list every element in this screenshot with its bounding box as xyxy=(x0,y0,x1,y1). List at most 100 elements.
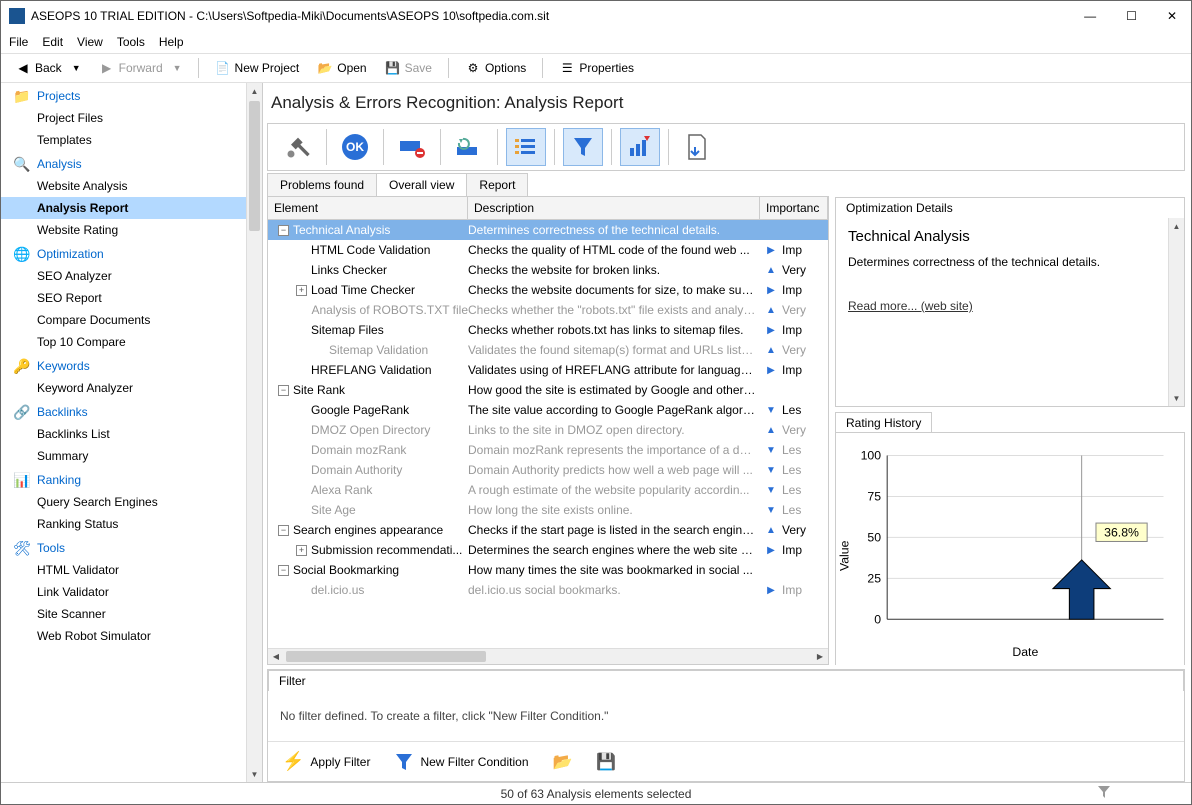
grid-row[interactable]: +Load Time CheckerChecks the website doc… xyxy=(268,280,828,300)
settings-tool-button[interactable] xyxy=(278,128,318,166)
open-filter-button[interactable]: 📂 xyxy=(547,749,579,775)
grid-row[interactable]: Analysis of ROBOTS.TXT fileChecks whethe… xyxy=(268,300,828,320)
expand-icon[interactable]: + xyxy=(296,285,307,296)
sidebar-item-backlinks-list[interactable]: Backlinks List xyxy=(1,423,262,445)
filter-tab[interactable]: Filter xyxy=(268,670,1184,691)
save-filter-button[interactable]: 💾 xyxy=(590,749,622,775)
scroll-down-icon[interactable]: ▼ xyxy=(1169,390,1184,406)
grid-hscrollbar[interactable]: ◀ ▶ xyxy=(268,648,828,664)
grid-row[interactable]: Google PageRankThe site value according … xyxy=(268,400,828,420)
sidebar-item-compare-documents[interactable]: Compare Documents xyxy=(1,309,262,331)
menu-file[interactable]: File xyxy=(9,35,28,49)
sidebar-group-tools[interactable]: 🛠Tools xyxy=(1,535,262,559)
grid-row[interactable]: +Submission recommendati...Determines th… xyxy=(268,540,828,560)
sidebar-item-link-validator[interactable]: Link Validator xyxy=(1,581,262,603)
sidebar-item-top-10-compare[interactable]: Top 10 Compare xyxy=(1,331,262,353)
sidebar-item-seo-analyzer[interactable]: SEO Analyzer xyxy=(1,265,262,287)
grid-row[interactable]: Sitemap ValidationValidates the found si… xyxy=(268,340,828,360)
sidebar-item-html-validator[interactable]: HTML Validator xyxy=(1,559,262,581)
grid-row[interactable]: −Search engines appearanceChecks if the … xyxy=(268,520,828,540)
sidebar-item-keyword-analyzer[interactable]: Keyword Analyzer xyxy=(1,377,262,399)
sidebar-item-website-analysis[interactable]: Website Analysis xyxy=(1,175,262,197)
menu-help[interactable]: Help xyxy=(159,35,184,49)
grid-row[interactable]: Links CheckerChecks the website for brok… xyxy=(268,260,828,280)
opt-details-tab[interactable]: Optimization Details xyxy=(835,197,1185,218)
grid-row[interactable]: Site AgeHow long the site exists online.… xyxy=(268,500,828,520)
sidebar-group-projects[interactable]: 📁Projects xyxy=(1,83,262,107)
scrollbar-thumb[interactable] xyxy=(249,101,260,231)
apply-filter-button[interactable]: ⚡Apply Filter xyxy=(276,748,376,775)
expand-icon[interactable]: + xyxy=(296,545,307,556)
forward-button[interactable]: ▶Forward▼ xyxy=(93,58,188,78)
sidebar-group-backlinks[interactable]: 🔗Backlinks xyxy=(1,399,262,423)
read-more-link[interactable]: Read more... (web site) xyxy=(848,299,973,313)
sidebar-item-website-rating[interactable]: Website Rating xyxy=(1,219,262,241)
grid-row[interactable]: Sitemap FilesChecks whether robots.txt h… xyxy=(268,320,828,340)
scroll-right-icon[interactable]: ▶ xyxy=(812,649,828,664)
chart-tool-button[interactable] xyxy=(620,128,660,166)
sidebar-item-ranking-status[interactable]: Ranking Status xyxy=(1,513,262,535)
col-description[interactable]: Description xyxy=(468,197,760,219)
tab-problems[interactable]: Problems found xyxy=(267,173,377,196)
export-tool-button[interactable] xyxy=(677,128,717,166)
new-project-button[interactable]: 📄New Project xyxy=(209,58,306,78)
sidebar-group-optimization[interactable]: 🌐Optimization xyxy=(1,241,262,265)
list-tool-button[interactable] xyxy=(506,128,546,166)
rating-history-tab[interactable]: Rating History xyxy=(835,412,932,433)
minimize-button[interactable]: — xyxy=(1078,9,1102,23)
sidebar-scrollbar[interactable]: ▲ ▼ xyxy=(246,83,262,782)
maximize-button[interactable]: ☐ xyxy=(1120,9,1143,23)
options-button[interactable]: ⚙Options xyxy=(459,58,532,78)
grid-row[interactable]: −Social BookmarkingHow many times the si… xyxy=(268,560,828,580)
scroll-down-icon[interactable]: ▼ xyxy=(247,766,262,782)
grid-row[interactable]: DMOZ Open DirectoryLinks to the site in … xyxy=(268,420,828,440)
opt-scrollbar[interactable]: ▲ ▼ xyxy=(1168,218,1184,406)
sidebar-group-ranking[interactable]: 📊Ranking xyxy=(1,467,262,491)
sidebar-item-project-files[interactable]: Project Files xyxy=(1,107,262,129)
sidebar-item-analysis-report[interactable]: Analysis Report xyxy=(1,197,262,219)
grid-row[interactable]: Domain AuthorityDomain Authority predict… xyxy=(268,460,828,480)
expand-icon[interactable]: − xyxy=(278,565,289,576)
sidebar-item-templates[interactable]: Templates xyxy=(1,129,262,151)
sidebar-group-keywords[interactable]: 🔑Keywords xyxy=(1,353,262,377)
grid-row[interactable]: del.icio.usdel.icio.us social bookmarks.… xyxy=(268,580,828,600)
sidebar-item-site-scanner[interactable]: Site Scanner xyxy=(1,603,262,625)
scroll-up-icon[interactable]: ▲ xyxy=(247,83,262,99)
col-importance[interactable]: Importanc xyxy=(760,197,828,219)
scroll-left-icon[interactable]: ◀ xyxy=(268,649,284,664)
col-element[interactable]: Element xyxy=(268,197,468,219)
menu-edit[interactable]: Edit xyxy=(42,35,63,49)
grid-row[interactable]: −Technical AnalysisDetermines correctnes… xyxy=(268,220,828,240)
hscroll-thumb[interactable] xyxy=(286,651,486,662)
sidebar-item-summary[interactable]: Summary xyxy=(1,445,262,467)
save-button[interactable]: 💾Save xyxy=(379,58,438,78)
sidebar-group-analysis[interactable]: 🔍Analysis xyxy=(1,151,262,175)
refresh-tool-button[interactable] xyxy=(449,128,489,166)
tab-report[interactable]: Report xyxy=(466,173,528,196)
properties-button[interactable]: ☰Properties xyxy=(553,58,640,78)
expand-icon[interactable]: − xyxy=(278,525,289,536)
ok-tool-button[interactable]: OK xyxy=(335,128,375,166)
filter-status-icon[interactable] xyxy=(1097,785,1111,802)
grid-row[interactable]: −Site RankHow good the site is estimated… xyxy=(268,380,828,400)
filter-tool-button[interactable] xyxy=(563,128,603,166)
sidebar-item-seo-report[interactable]: SEO Report xyxy=(1,287,262,309)
expand-icon[interactable]: − xyxy=(278,225,289,236)
tab-overall[interactable]: Overall view xyxy=(376,173,467,196)
grid-row[interactable]: Alexa RankA rough estimate of the websit… xyxy=(268,480,828,500)
expand-icon[interactable]: − xyxy=(278,385,289,396)
back-button[interactable]: ◀Back▼ xyxy=(9,58,87,78)
grid-body[interactable]: −Technical AnalysisDetermines correctnes… xyxy=(268,220,828,648)
remove-tool-button[interactable] xyxy=(392,128,432,166)
grid-row[interactable]: HREFLANG ValidationValidates using of HR… xyxy=(268,360,828,380)
sidebar-item-query-search-engines[interactable]: Query Search Engines xyxy=(1,491,262,513)
scroll-up-icon[interactable]: ▲ xyxy=(1169,218,1184,234)
new-filter-button[interactable]: New Filter Condition xyxy=(388,749,534,775)
grid-row[interactable]: Domain mozRankDomain mozRank represents … xyxy=(268,440,828,460)
sidebar-item-web-robot-simulator[interactable]: Web Robot Simulator xyxy=(1,625,262,647)
menu-tools[interactable]: Tools xyxy=(117,35,145,49)
close-button[interactable]: ✕ xyxy=(1161,9,1183,23)
grid-row[interactable]: HTML Code ValidationChecks the quality o… xyxy=(268,240,828,260)
open-button[interactable]: 📂Open xyxy=(311,58,372,78)
menu-view[interactable]: View xyxy=(77,35,103,49)
